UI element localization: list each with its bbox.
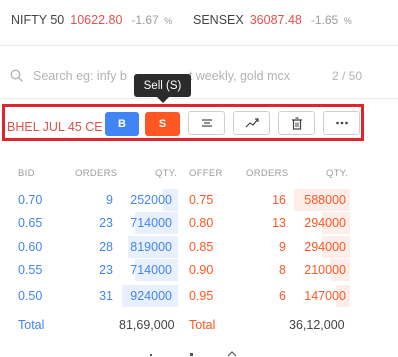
bid-qty: 819000 [130,240,172,254]
tooltip-arrow [157,97,169,103]
chart-button[interactable] [233,111,270,135]
bid-price: 0.50 [18,289,43,303]
bid-orders: 31 [99,289,113,303]
offer-price: 0.80 [189,216,214,230]
more-button[interactable] [323,111,360,135]
offer-orders: 13 [272,216,286,230]
offer-price: 0.95 [189,289,214,303]
watchlist-count: 2 / 50 [331,69,362,83]
market-depth-button[interactable] [188,111,225,135]
bid-qty: 714000 [130,263,172,277]
ticker-name: SENSEX [193,13,244,27]
total-bid-label: Total [18,318,45,332]
chart-trend-icon [245,118,259,128]
total-bid-qty: 81,69,000 [119,318,175,332]
bid-orders: 23 [99,216,113,230]
sell-button[interactable]: S [145,112,180,136]
offer-orders: 8 [279,263,286,277]
bid-price: 0.70 [18,193,43,207]
sell-tooltip: Sell (S) [134,74,191,97]
header-orders-offer: ORDERS [246,168,289,179]
offer-qty: 588000 [304,193,346,207]
search-placeholder-rest: t weekly, gold mcx [188,69,291,83]
ticker-value: 10622.80 [70,13,123,27]
header-offer: OFFER [189,168,223,179]
buy-button[interactable]: B [105,112,139,136]
offer-price: 0.85 [189,240,214,254]
bid-qty: 252000 [130,193,172,207]
bid-orders: 28 [99,240,113,254]
ticker-pct: % [343,16,352,26]
offer-qty: 294000 [304,216,346,230]
more-dots-icon [335,121,348,125]
offer-price: 0.75 [189,193,214,207]
offer-orders: 16 [272,193,286,207]
bid-orders: 9 [106,193,113,207]
search-divider [0,98,398,99]
search-icon [10,69,23,82]
bid-qty: 924000 [130,289,172,303]
offer-qty: 147000 [304,289,346,303]
partial-content-icon [150,351,237,357]
offer-orders: 6 [279,289,286,303]
ticker-nifty[interactable]: NIFTY 50 10622.80 -1.67 % [11,13,172,27]
search-placeholder: Search eg: infy b [33,69,127,83]
ticker-change: -1.65 [310,13,339,27]
instrument-symbol[interactable]: BHEL JUL 45 CE [7,120,103,134]
offer-qty: 210000 [304,263,346,277]
trash-icon [291,116,302,130]
ticker-change: -1.67 [131,13,159,27]
ticker-name: NIFTY 50 [11,13,65,27]
offer-price: 0.90 [189,263,214,277]
menu-lines-icon [201,119,212,127]
ticker-pct: % [164,16,173,26]
header-orders: ORDERS [75,168,118,179]
header-qty: QTY. [155,168,178,179]
bid-price: 0.65 [18,216,43,230]
delete-button[interactable] [278,111,315,135]
bid-price: 0.55 [18,263,43,277]
total-offer-qty: 36,12,000 [289,318,345,332]
bid-price: 0.60 [18,240,43,254]
header-qty-offer: QTY. [326,168,349,179]
header-bid: BID [18,168,35,179]
ticker-value: 36087.48 [249,13,302,27]
bid-orders: 23 [99,263,113,277]
offer-orders: 9 [279,240,286,254]
ticker-sensex[interactable]: SENSEX 36087.48 -1.65 % [193,13,352,27]
bid-qty: 714000 [130,216,172,230]
total-offer-label: Total [189,318,216,332]
offer-qty: 294000 [304,240,346,254]
header-divider [0,45,398,46]
